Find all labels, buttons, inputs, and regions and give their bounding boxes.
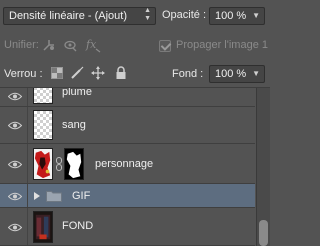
divider <box>27 144 28 183</box>
layer-name[interactable]: sang <box>62 119 86 131</box>
layer-plume[interactable]: plume <box>0 88 255 107</box>
eye-icon[interactable] <box>8 160 22 169</box>
fill-label: Fond : <box>172 68 204 80</box>
fill-field[interactable]: 100 % ▼ <box>209 65 265 83</box>
layer-group-gif[interactable]: GIF <box>0 184 255 208</box>
divider <box>27 184 28 207</box>
layers-list: plume sang personnage GIF FOND <box>0 88 270 246</box>
blend-opacity-row: Densité linéaire - (Ajout) ▲ ▼ Opacité : … <box>0 0 270 32</box>
divider <box>27 88 28 106</box>
eye-icon[interactable] <box>8 92 22 101</box>
layer-personnage[interactable]: personnage <box>0 144 255 184</box>
unify-visibility-icon[interactable] <box>63 38 77 52</box>
up-down-arrows-icon: ▲ ▼ <box>144 7 151 22</box>
unify-label: Unifier: <box>4 39 39 51</box>
lock-position-icon[interactable] <box>91 66 105 80</box>
layer-name[interactable]: plume <box>62 88 92 98</box>
layer-thumbnail <box>33 211 53 243</box>
layer-mask-thumbnail[interactable] <box>64 148 84 180</box>
layer-thumbnail <box>33 148 53 180</box>
layer-name[interactable]: GIF <box>72 190 90 202</box>
layer-thumbnail <box>33 88 53 104</box>
chevron-down-icon[interactable]: ▼ <box>252 66 260 82</box>
opacity-label: Opacité : <box>162 9 207 21</box>
propagate-label: Propager l'image 1 <box>176 39 268 51</box>
lock-label: Verrou : <box>4 68 43 80</box>
lock-transparency-icon[interactable] <box>51 67 63 79</box>
lock-pixels-icon[interactable] <box>70 66 84 80</box>
unify-position-icon[interactable] <box>42 38 56 52</box>
eye-icon[interactable] <box>8 192 22 201</box>
unify-row: Unifier: fx Propager l'image 1 <box>0 32 270 60</box>
expand-triangle-icon[interactable] <box>34 192 40 200</box>
propagate-checkbox[interactable] <box>159 40 171 52</box>
layer-thumbnail <box>33 110 53 140</box>
divider <box>27 208 28 245</box>
scrollbar-thumb[interactable] <box>259 220 268 246</box>
layer-fond[interactable]: FOND <box>0 208 255 246</box>
blend-mode-select[interactable]: Densité linéaire - (Ajout) ▲ ▼ <box>3 7 156 25</box>
divider <box>27 107 28 143</box>
lock-all-icon[interactable] <box>115 66 127 80</box>
fill-value: 100 % <box>215 68 247 80</box>
opacity-field[interactable]: 100 % ▼ <box>209 7 265 25</box>
layers-scrollbar[interactable] <box>256 88 270 246</box>
layer-name[interactable]: FOND <box>62 220 93 232</box>
opacity-value: 100 % <box>215 10 247 22</box>
link-icon[interactable] <box>55 157 63 171</box>
lock-fill-row: Verrou : Fond : 100 % ▼ <box>0 60 270 88</box>
layer-sang[interactable]: sang <box>0 107 255 144</box>
layer-name[interactable]: personnage <box>95 158 153 170</box>
unify-style-icon[interactable]: fx <box>85 37 101 53</box>
chevron-down-icon[interactable]: ▼ <box>252 8 260 24</box>
svg-text:fx: fx <box>85 38 97 51</box>
folder-icon <box>46 191 62 202</box>
blend-mode-value: Densité linéaire - (Ajout) <box>9 10 127 22</box>
layers-panel: Densité linéaire - (Ajout) ▲ ▼ Opacité : … <box>0 0 270 246</box>
eye-icon[interactable] <box>8 121 22 130</box>
eye-icon[interactable] <box>8 223 22 232</box>
